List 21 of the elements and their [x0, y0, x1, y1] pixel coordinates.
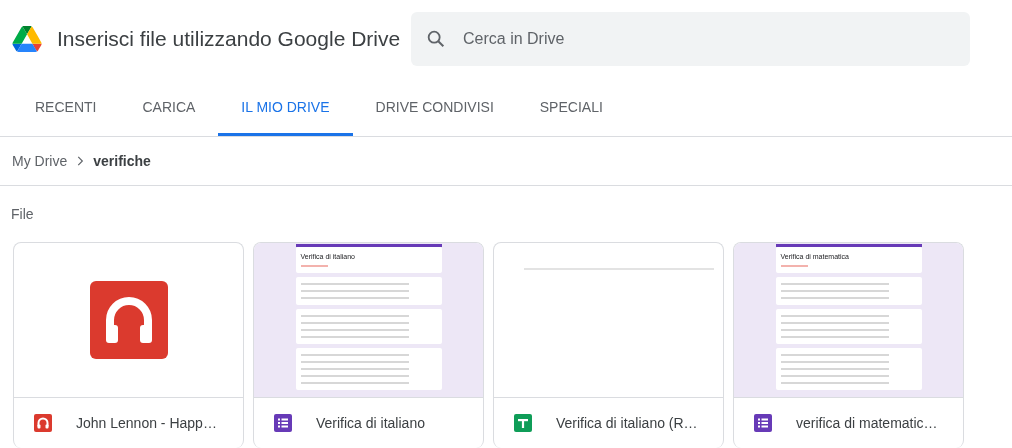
file-name: Verifica di italiano: [316, 415, 425, 432]
form-icon: [274, 414, 292, 433]
search-icon: [425, 28, 447, 50]
window-title: Inserisci file utilizzando Google Drive: [57, 27, 402, 51]
spreadsheet-icon: [514, 414, 532, 433]
headphones-icon: [89, 281, 168, 360]
search-field[interactable]: Cerca in Drive: [411, 12, 970, 66]
headphones-icon: [34, 414, 52, 433]
tab[interactable]: SPECIALI: [516, 78, 626, 136]
file-name: verifica di matematic…: [796, 415, 938, 432]
tab[interactable]: IL MIO DRIVE: [218, 78, 353, 136]
file-name: John Lennon - Happ…: [76, 415, 217, 432]
breadcrumb-item[interactable]: verifiche: [93, 153, 151, 169]
tab[interactable]: DRIVE CONDIVISI: [352, 78, 517, 136]
tab[interactable]: RECENTI: [12, 78, 120, 136]
tab[interactable]: CARICA: [119, 78, 219, 136]
breadcrumb-item[interactable]: My Drive: [12, 153, 68, 169]
drive-logo-icon: [12, 26, 42, 52]
section-label: File: [10, 205, 35, 222]
file-name: Verifica di italiano (R…: [556, 415, 698, 432]
form-icon: [754, 414, 772, 433]
